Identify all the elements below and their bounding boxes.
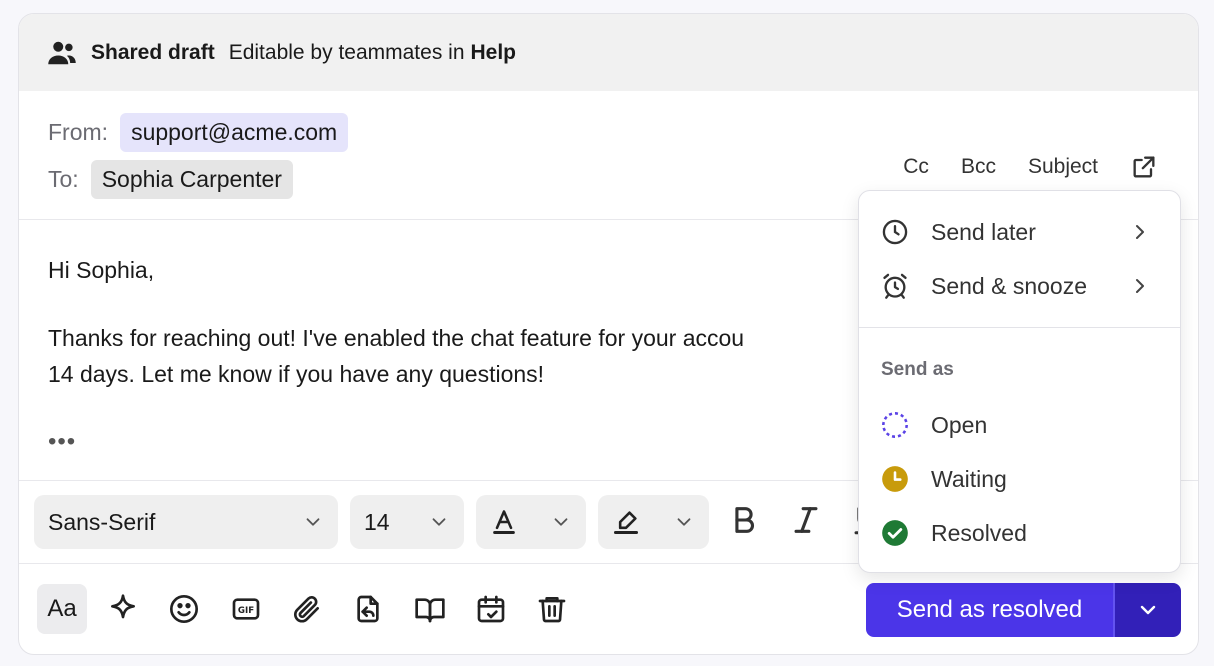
- gif-icon: GIF: [232, 598, 260, 620]
- send-as-waiting-item[interactable]: Waiting: [859, 454, 1180, 504]
- gif-button[interactable]: GIF: [221, 584, 271, 634]
- send-options-toggle[interactable]: [1113, 583, 1181, 637]
- menu-divider: [859, 327, 1180, 328]
- knowledge-base-button[interactable]: [405, 584, 455, 634]
- chevron-down-icon: [1140, 605, 1156, 615]
- sparkle-icon: [111, 594, 135, 619]
- shared-draft-title: Shared draft: [91, 40, 215, 64]
- composer-actions: Aa GIF Send as resolved: [19, 564, 1198, 654]
- from-row: From: support@acme.com: [48, 113, 349, 152]
- status-resolved-label: Resolved: [931, 519, 1027, 546]
- chevron-right-icon: [1136, 225, 1144, 239]
- cc-button[interactable]: Cc: [903, 155, 929, 179]
- shared-draft-description: Editable by teammates in: [228, 40, 465, 64]
- recipient-chip[interactable]: Sophia Carpenter: [90, 160, 293, 199]
- font-size-select[interactable]: 14: [350, 495, 464, 549]
- italic-icon[interactable]: [789, 503, 823, 537]
- discard-draft-button[interactable]: [527, 584, 577, 634]
- canned-response-button[interactable]: [343, 584, 393, 634]
- greeting-text: Hi Sophia,: [48, 257, 155, 283]
- status-open-icon: [882, 412, 908, 438]
- font-family-select[interactable]: Sans-Serif: [34, 495, 338, 549]
- reply-document-icon: [357, 595, 379, 623]
- formatting-toggle-button[interactable]: Aa: [37, 584, 87, 634]
- header-actions: Cc Bcc Subject: [871, 153, 1158, 181]
- from-label: From:: [48, 119, 109, 145]
- text-color-icon: [493, 510, 515, 535]
- calendar-check-icon: [477, 595, 505, 623]
- to-row: To: Sophia Carpenter: [48, 160, 293, 199]
- to-label: To:: [48, 166, 79, 192]
- smiley-icon: [170, 595, 198, 623]
- chevron-down-icon: [677, 518, 691, 526]
- subject-button[interactable]: Subject: [1028, 155, 1098, 179]
- status-waiting-icon: [882, 466, 908, 492]
- bold-icon[interactable]: [727, 503, 761, 537]
- clock-icon: [882, 219, 908, 245]
- bcc-button[interactable]: Bcc: [961, 155, 996, 179]
- svg-text:GIF: GIF: [238, 606, 254, 616]
- status-resolved-icon: [882, 520, 908, 546]
- chevron-right-icon: [1136, 279, 1144, 293]
- send-as-section-label: Send as: [881, 359, 954, 380]
- font-family-value: Sans-Serif: [48, 508, 156, 535]
- send-options-menu: Send later Send & snooze Send as Open Wa…: [858, 190, 1181, 573]
- paperclip-icon: [294, 596, 319, 623]
- external-link-icon[interactable]: [1130, 153, 1158, 181]
- shared-draft-bar: Shared draft Editable by teammates in He…: [19, 14, 1198, 91]
- send-as-resolved-item[interactable]: Resolved: [859, 508, 1180, 558]
- emoji-button[interactable]: [159, 584, 209, 634]
- show-quoted-button[interactable]: •••: [48, 428, 76, 456]
- text-format-icon: Aa: [47, 595, 77, 622]
- message-text: Thanks for reaching out! I've enabled th…: [48, 325, 745, 387]
- chevron-down-icon: [554, 518, 568, 526]
- status-waiting-label: Waiting: [931, 465, 1007, 492]
- shared-draft-team[interactable]: Help: [471, 41, 517, 65]
- highlight-color-select[interactable]: [598, 495, 709, 549]
- alarm-clock-icon: [883, 273, 907, 299]
- text-color-select[interactable]: [476, 495, 586, 549]
- schedule-meeting-button[interactable]: [466, 584, 516, 634]
- send-as-open-item[interactable]: Open: [859, 400, 1180, 450]
- send-later-item[interactable]: Send later: [859, 207, 1180, 257]
- send-later-label: Send later: [931, 218, 1036, 245]
- ai-assist-button[interactable]: [98, 584, 148, 634]
- trash-icon: [538, 597, 566, 623]
- status-open-label: Open: [931, 411, 988, 438]
- send-and-snooze-label: Send & snooze: [931, 272, 1088, 299]
- attach-button[interactable]: [282, 584, 332, 634]
- from-chip[interactable]: support@acme.com: [120, 113, 349, 152]
- send-as-resolved-button[interactable]: Send as resolved: [866, 583, 1113, 637]
- highlighter-icon: [613, 511, 639, 535]
- book-open-icon: [415, 598, 445, 623]
- chevron-down-icon: [432, 518, 446, 526]
- chevron-down-icon: [306, 518, 320, 526]
- font-size-value: 14: [364, 508, 390, 535]
- send-and-snooze-item[interactable]: Send & snooze: [859, 261, 1180, 311]
- users-icon: [48, 41, 76, 64]
